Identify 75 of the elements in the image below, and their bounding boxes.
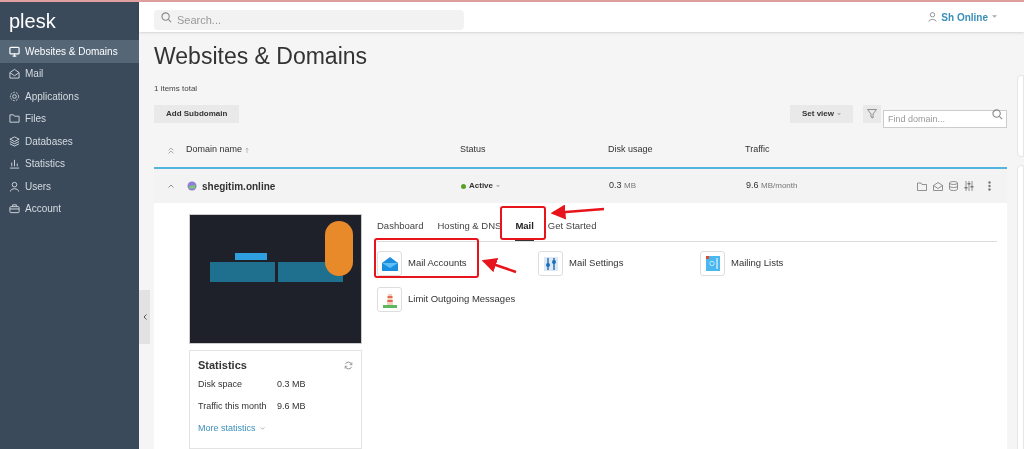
refresh-icon[interactable] — [344, 360, 353, 370]
collapse-sidebar-handle[interactable] — [139, 290, 150, 344]
folder-icon[interactable] — [917, 181, 927, 191]
sidebar-item[interactable]: Users — [0, 175, 139, 198]
tab[interactable]: Get Started — [547, 218, 597, 241]
caret-icon — [496, 184, 500, 188]
annotation-arrow — [550, 204, 605, 220]
find-domain-field[interactable]: Find domain... — [883, 110, 1007, 128]
column-header[interactable]: Disk usage — [608, 143, 653, 157]
filter-icon — [867, 109, 877, 119]
sidebar-item[interactable]: Files — [0, 107, 139, 130]
monitor-icon — [9, 45, 20, 57]
more-options-icon[interactable] — [988, 181, 991, 191]
items-count: 1 items total — [154, 83, 199, 95]
domain-link[interactable]: shegitim.online — [202, 178, 276, 194]
card-title: Statistics — [198, 358, 247, 373]
notebook-icon — [705, 256, 720, 271]
folder-icon — [9, 113, 20, 125]
sliders-icon[interactable] — [964, 181, 974, 191]
tool-button[interactable]: Limit Outgoing Messages — [377, 287, 538, 312]
stat-value: 0.3 MB — [277, 377, 306, 391]
globe-icon — [187, 181, 197, 191]
disk-usage-value: 0.3 MB — [609, 179, 636, 193]
tool-button[interactable]: Mailing Lists — [700, 251, 861, 276]
chevron-left-icon — [142, 314, 147, 320]
page-title: Websites & Domains — [154, 42, 369, 71]
search-field[interactable]: Search... — [154, 10, 464, 30]
beacon-icon — [382, 291, 397, 308]
user-menu[interactable]: Sh Online — [941, 9, 988, 25]
sidebar-item[interactable]: Databases — [0, 130, 139, 153]
annotation-box — [500, 206, 546, 240]
search-icon — [161, 12, 172, 23]
layers-icon — [9, 135, 20, 147]
database-icon[interactable] — [949, 181, 958, 191]
column-header[interactable]: Domain name — [186, 143, 243, 157]
gear-icon — [9, 90, 20, 102]
sidebar-item[interactable]: Account — [0, 197, 139, 220]
envelope-icon — [9, 68, 20, 80]
search-icon — [992, 109, 1003, 120]
stat-label: Traffic this month — [198, 399, 268, 413]
set-view-button[interactable]: Set view — [790, 105, 853, 123]
stat-value: 9.6 MB — [277, 399, 306, 413]
caret-icon — [992, 15, 997, 19]
column-header[interactable]: Status — [460, 143, 486, 157]
tab[interactable]: Hosting & DNS — [437, 218, 502, 241]
annotation-arrow — [481, 257, 517, 274]
logo[interactable]: plesk — [9, 11, 56, 31]
chevron-down-icon — [259, 426, 265, 430]
traffic-value: 9.6 MB/month — [746, 179, 798, 193]
sidebar-item[interactable]: Statistics — [0, 152, 139, 175]
stat-label: Disk space — [198, 377, 243, 391]
sidebar-item[interactable]: Applications — [0, 85, 139, 108]
more-statistics-link[interactable]: More statistics — [198, 421, 353, 435]
tab[interactable]: Dashboard — [377, 218, 424, 241]
collapse-all-icon[interactable] — [168, 146, 174, 154]
caret-icon — [837, 112, 841, 116]
user-icon — [928, 12, 938, 22]
tab[interactable]: Mail — [515, 218, 534, 241]
envelope-icon — [381, 256, 398, 271]
tool-button[interactable]: Mail Settings — [538, 251, 700, 276]
chevron-up-icon[interactable] — [168, 184, 174, 188]
briefcase-icon — [9, 203, 20, 215]
filter-button[interactable] — [863, 105, 881, 123]
tool-button[interactable]: Mail Accounts — [377, 251, 538, 276]
sort-arrow-icon[interactable] — [245, 147, 250, 153]
sidebar-item[interactable]: Mail — [0, 62, 139, 85]
envelope-icon[interactable] — [933, 181, 943, 191]
sidebar-item[interactable]: Websites & Domains — [0, 40, 139, 63]
bar-chart-icon — [9, 158, 20, 170]
column-header[interactable]: Traffic — [745, 143, 770, 157]
status-dropdown[interactable]: Active — [461, 180, 500, 192]
add-subdomain-button[interactable]: Add Subdomain — [154, 105, 240, 123]
user-icon — [9, 180, 20, 192]
sliders-icon — [543, 256, 558, 271]
website-preview-thumbnail[interactable] — [189, 214, 362, 344]
